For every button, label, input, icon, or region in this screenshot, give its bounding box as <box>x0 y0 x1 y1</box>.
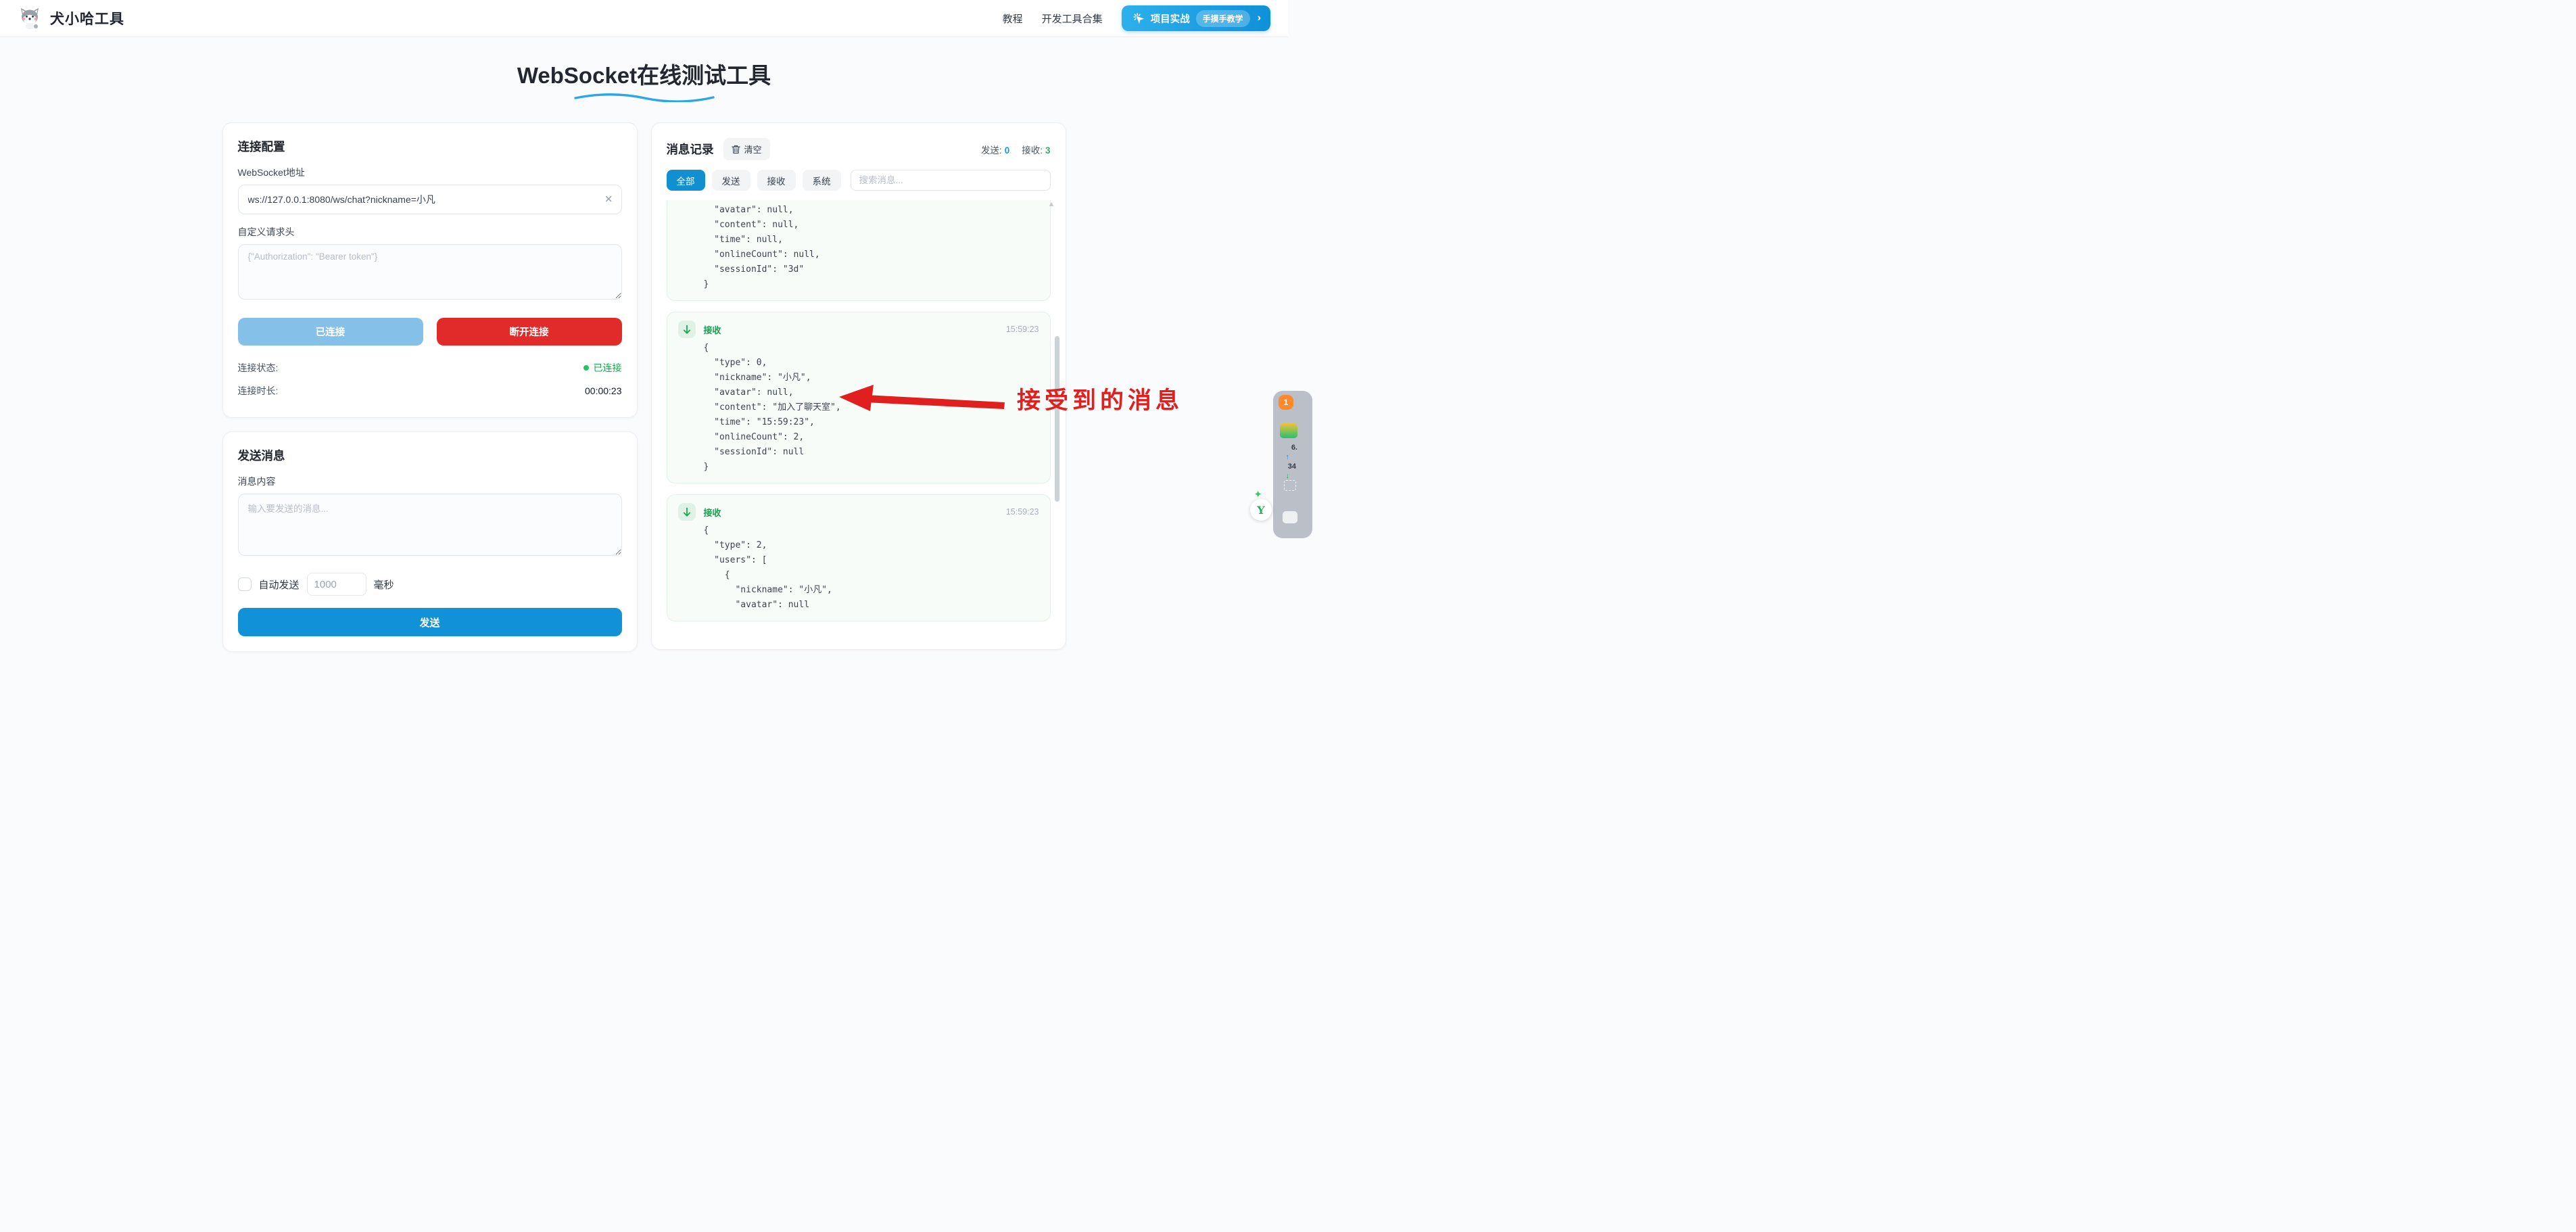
trash-icon <box>732 145 740 154</box>
ws-url-input[interactable] <box>238 185 622 214</box>
widget-notification-badge: 1 <box>1279 395 1293 410</box>
status-value: 已连接 <box>583 361 622 375</box>
chevron-right-icon: › <box>1258 12 1261 24</box>
green-dot-icon <box>583 365 589 371</box>
widget-download-value: 34 <box>1288 463 1296 471</box>
send-message-title: 发送消息 <box>238 447 622 464</box>
message-content-label: 消息内容 <box>238 475 622 488</box>
message-card-header: 接收 15:59:23 <box>678 321 1039 338</box>
duration-label: 连接时长: <box>238 384 279 398</box>
status-label: 连接状态: <box>238 361 279 375</box>
main-content: 连接配置 WebSocket地址 ✕ 自定义请求头 已连接 断开连接 连接状态:… <box>222 122 1066 652</box>
page-title: WebSocket在线测试工具 <box>0 57 1288 90</box>
cursor-click-icon <box>1132 12 1145 24</box>
ws-url-input-wrap: ✕ <box>238 185 622 214</box>
connection-config-title: 连接配置 <box>238 138 622 155</box>
direction-label: 接收 <box>704 323 721 336</box>
message-log-title: 消息记录 <box>667 141 714 158</box>
custom-headers-textarea[interactable] <box>238 244 622 300</box>
received-counter: 接收:3 <box>1022 143 1050 156</box>
arrow-down-receive-icon <box>678 503 696 521</box>
message-card-header: 接收 15:59:23 <box>678 503 1039 521</box>
connection-duration-row: 连接时长: 00:00:23 <box>238 379 622 402</box>
message-list: "avatar": null, "content": null, "time":… <box>667 200 1051 640</box>
message-content-textarea[interactable] <box>238 494 622 556</box>
interval-input[interactable] <box>307 573 366 596</box>
cta-label: 项目实战 <box>1151 11 1190 26</box>
tab-system[interactable]: 系统 <box>803 170 841 191</box>
navbar: 犬小哈工具 教程 开发工具合集 项目实战 手摸手教学 › <box>0 0 1288 37</box>
auto-send-row: 自动发送 毫秒 <box>238 573 622 596</box>
connection-config-card: 连接配置 WebSocket地址 ✕ 自定义请求头 已连接 断开连接 连接状态:… <box>222 122 638 418</box>
scroll-up-arrow-icon[interactable]: ▲ <box>1048 200 1055 208</box>
y-logo-button[interactable]: Y <box>1250 499 1272 521</box>
message-time: 15:59:23 <box>1006 507 1039 517</box>
left-column: 连接配置 WebSocket地址 ✕ 自定义请求头 已连接 断开连接 连接状态:… <box>222 122 638 652</box>
sent-counter: 发送:0 <box>981 143 1009 156</box>
widget-square-icon[interactable] <box>1283 511 1297 523</box>
tab-sent[interactable]: 发送 <box>712 170 750 191</box>
message-card: 接收 15:59:23 { "type": 2, "users": [ { "n… <box>667 494 1051 621</box>
message-card: 接收 15:59:23 { "type": 0, "nickname": "小凡… <box>667 312 1051 483</box>
nav-link-tutorials[interactable]: 教程 <box>1003 11 1023 26</box>
direction-label: 接收 <box>704 506 721 519</box>
auto-send-checkbox[interactable] <box>238 577 252 591</box>
message-filter-row: 全部 发送 接收 系统 <box>667 170 1051 191</box>
download-arrow-icon: ↓ <box>1286 472 1290 480</box>
send-message-card: 发送消息 消息内容 自动发送 毫秒 发送 <box>222 431 638 652</box>
auto-send-label: 自动发送 <box>259 577 300 592</box>
message-time: 15:59:23 <box>1006 325 1039 334</box>
right-column: 消息记录 清空 发送:0 接收:3 <box>651 122 1066 650</box>
connect-button[interactable]: 已连接 <box>238 318 423 346</box>
arrow-down-receive-icon <box>678 321 696 338</box>
clear-log-button[interactable]: 清空 <box>723 138 770 160</box>
upload-arrow-icon: ↑ <box>1286 453 1290 461</box>
connection-buttons: 已连接 断开连接 <box>238 318 622 346</box>
tab-received[interactable]: 接收 <box>757 170 796 191</box>
connection-status-row: 连接状态: 已连接 <box>238 356 622 379</box>
send-button[interactable]: 发送 <box>238 608 622 636</box>
message-log-header: 消息记录 清空 发送:0 接收:3 <box>667 138 1051 160</box>
scrollbar-thumb[interactable] <box>1055 336 1059 502</box>
title-wave-underline <box>573 93 715 102</box>
clear-input-icon[interactable]: ✕ <box>604 195 613 205</box>
custom-headers-label: 自定义请求头 <box>238 225 622 239</box>
disconnect-button[interactable]: 断开连接 <box>437 318 622 346</box>
ws-url-label: WebSocket地址 <box>238 166 622 179</box>
cta-project-button[interactable]: 项目实战 手摸手教学 › <box>1122 5 1270 31</box>
floating-side-widget: 1 6. ↑ 34 ↓ ✦ ✦ Y <box>1241 379 1288 554</box>
husky-logo-icon <box>18 6 42 30</box>
brand-title: 犬小哈工具 <box>50 8 124 28</box>
duration-value: 00:00:23 <box>585 385 622 396</box>
widget-gradient-icon[interactable] <box>1280 423 1297 438</box>
tab-all[interactable]: 全部 <box>667 170 705 191</box>
message-log-card: 消息记录 清空 发送:0 接收:3 <box>651 122 1066 650</box>
cta-badge: 手摸手教学 <box>1196 10 1250 27</box>
message-json: { "type": 2, "users": [ { "nickname": "小… <box>678 523 1039 613</box>
message-card: "avatar": null, "content": null, "time":… <box>667 200 1051 301</box>
message-json: { "type": 0, "nickname": "小凡", "avatar":… <box>678 341 1039 475</box>
interval-unit: 毫秒 <box>374 577 394 592</box>
screenshot-crop-icon[interactable] <box>1284 480 1296 491</box>
brand-area[interactable]: 犬小哈工具 <box>18 6 124 30</box>
widget-upload-value: 6. <box>1291 444 1297 452</box>
nav-links: 教程 开发工具合集 项目实战 手摸手教学 › <box>1003 5 1270 31</box>
message-counters: 发送:0 接收:3 <box>981 143 1051 156</box>
nav-link-devtools[interactable]: 开发工具合集 <box>1042 11 1103 26</box>
message-json: "avatar": null, "content": null, "time":… <box>678 203 1039 292</box>
search-messages-input[interactable] <box>851 170 1051 191</box>
